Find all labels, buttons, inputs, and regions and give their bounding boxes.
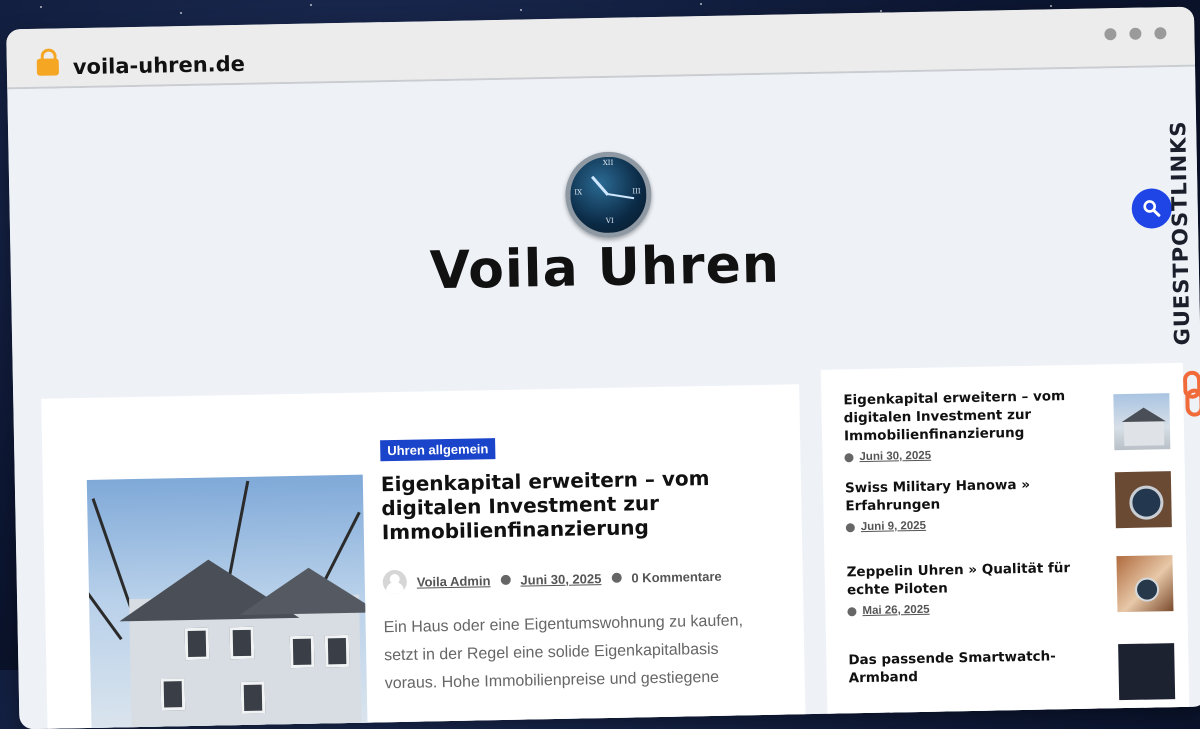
clock-icon [844,452,854,462]
page-content: XII III VI IX Voila Uhren Uhren allgemei… [7,66,1200,729]
sidebar-post-thumbnail[interactable] [1114,471,1172,529]
post-excerpt: Ein Haus oder eine Eigentumswohnung zu k… [383,612,744,693]
clock-icon [845,522,855,532]
sidebar-post-title[interactable]: Eigenkapital erweitern – vom digitalen I… [843,386,1104,445]
sidebar-post-item[interactable]: Swiss Military Hanowa » Erfahrungen Juni… [845,471,1176,533]
sidebar-post-thumbnail[interactable] [1116,555,1174,613]
watermark-text: GUESTPOSTLINKS [1166,120,1195,346]
sidebar-post-item[interactable]: Zeppelin Uhren » Qualität für echte Pilo… [847,555,1178,617]
sidebar-post-title[interactable]: Das passende Smartwatch-Armband [848,646,1109,687]
guestpostlinks-watermark: GUESTPOSTLINKS [1166,116,1200,417]
featured-post-image[interactable] [86,474,368,729]
post-date-link[interactable]: Juni 30, 2025 [520,571,601,588]
comments-link[interactable]: 0 Kommentare [631,568,722,585]
sidebar-post-thumbnail[interactable] [1118,643,1176,701]
sidebar-post-title[interactable]: Swiss Military Hanowa » Erfahrungen [845,474,1106,515]
window-dot-1[interactable] [1104,28,1117,41]
clock-icon [847,606,857,616]
recent-posts-sidebar: Eigenkapital erweitern – vom digitalen I… [820,362,1190,729]
author-link[interactable]: Voila Admin [417,573,491,589]
featured-post-card: Uhren allgemein Eigenkapital erweitern –… [41,384,806,729]
browser-window: voila-uhren.de XII III VI IX Voila Uhren [6,6,1200,729]
sidebar-post-thumbnail[interactable] [1113,393,1171,451]
window-controls [1104,27,1167,41]
avatar[interactable] [382,569,408,595]
clock-icon [500,574,511,586]
site-title[interactable]: Voila Uhren [10,227,1199,310]
comments-icon [611,572,622,583]
address-bar-url[interactable]: voila-uhren.de [73,52,246,79]
sidebar-post-item[interactable]: Eigenkapital erweitern – vom digitalen I… [843,385,1174,463]
link-icon [1183,370,1200,417]
window-dot-2[interactable] [1129,27,1142,40]
clock-logo-icon[interactable]: XII III VI IX [564,151,653,239]
category-badge[interactable]: Uhren allgemein [380,438,496,462]
sidebar-post-title[interactable]: Zeppelin Uhren » Qualität für echte Pilo… [847,558,1108,599]
featured-post-title[interactable]: Eigenkapital erweitern – vom digitalen I… [381,465,742,544]
lock-icon [36,58,60,76]
search-button[interactable] [1131,188,1173,229]
sidebar-post-item[interactable]: Das passende Smartwatch-Armband [848,643,1179,701]
search-icon [1143,200,1161,217]
window-dot-3[interactable] [1154,27,1167,40]
post-meta: Voila Admin Juni 30, 2025 0 Kommentare [382,564,722,595]
